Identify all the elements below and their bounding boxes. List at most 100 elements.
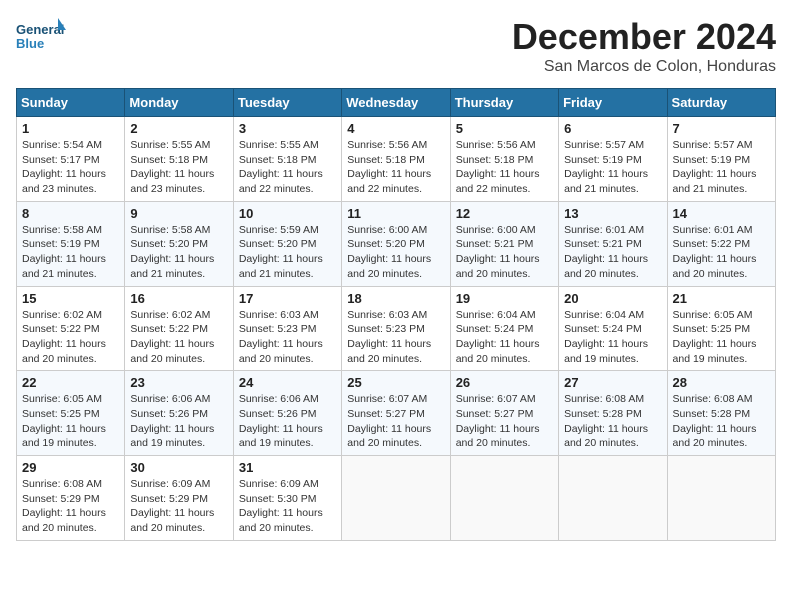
day-info: Sunrise: 5:59 AM Sunset: 5:20 PM Dayligh… bbox=[239, 223, 336, 282]
day-info: Sunrise: 6:03 AM Sunset: 5:23 PM Dayligh… bbox=[347, 308, 444, 367]
calendar-cell: 23 Sunrise: 6:06 AM Sunset: 5:26 PM Dayl… bbox=[125, 371, 233, 456]
calendar-cell: 25 Sunrise: 6:07 AM Sunset: 5:27 PM Dayl… bbox=[342, 371, 450, 456]
calendar-cell: 27 Sunrise: 6:08 AM Sunset: 5:28 PM Dayl… bbox=[559, 371, 667, 456]
day-info: Sunrise: 6:06 AM Sunset: 5:26 PM Dayligh… bbox=[239, 392, 336, 451]
calendar-body: 1 Sunrise: 5:54 AM Sunset: 5:17 PM Dayli… bbox=[17, 117, 776, 541]
calendar-week-row: 1 Sunrise: 5:54 AM Sunset: 5:17 PM Dayli… bbox=[17, 117, 776, 202]
day-number: 10 bbox=[239, 206, 336, 221]
calendar-cell: 14 Sunrise: 6:01 AM Sunset: 5:22 PM Dayl… bbox=[667, 201, 775, 286]
day-info: Sunrise: 6:00 AM Sunset: 5:21 PM Dayligh… bbox=[456, 223, 553, 282]
calendar-cell: 11 Sunrise: 6:00 AM Sunset: 5:20 PM Dayl… bbox=[342, 201, 450, 286]
header-wednesday: Wednesday bbox=[342, 89, 450, 117]
day-number: 23 bbox=[130, 375, 227, 390]
day-info: Sunrise: 5:54 AM Sunset: 5:17 PM Dayligh… bbox=[22, 138, 119, 197]
day-number: 27 bbox=[564, 375, 661, 390]
day-number: 9 bbox=[130, 206, 227, 221]
svg-text:Blue: Blue bbox=[16, 36, 44, 51]
day-info: Sunrise: 5:57 AM Sunset: 5:19 PM Dayligh… bbox=[673, 138, 770, 197]
header-sunday: Sunday bbox=[17, 89, 125, 117]
calendar-cell: 28 Sunrise: 6:08 AM Sunset: 5:28 PM Dayl… bbox=[667, 371, 775, 456]
calendar-week-row: 29 Sunrise: 6:08 AM Sunset: 5:29 PM Dayl… bbox=[17, 456, 776, 541]
logo-svg: General Blue bbox=[16, 16, 66, 56]
day-number: 18 bbox=[347, 291, 444, 306]
day-number: 20 bbox=[564, 291, 661, 306]
day-info: Sunrise: 6:04 AM Sunset: 5:24 PM Dayligh… bbox=[564, 308, 661, 367]
day-info: Sunrise: 6:05 AM Sunset: 5:25 PM Dayligh… bbox=[22, 392, 119, 451]
calendar-cell: 3 Sunrise: 5:55 AM Sunset: 5:18 PM Dayli… bbox=[233, 117, 341, 202]
day-number: 6 bbox=[564, 121, 661, 136]
header-friday: Friday bbox=[559, 89, 667, 117]
day-number: 2 bbox=[130, 121, 227, 136]
calendar-cell: 19 Sunrise: 6:04 AM Sunset: 5:24 PM Dayl… bbox=[450, 286, 558, 371]
day-number: 1 bbox=[22, 121, 119, 136]
day-info: Sunrise: 6:03 AM Sunset: 5:23 PM Dayligh… bbox=[239, 308, 336, 367]
calendar-cell bbox=[667, 456, 775, 541]
day-info: Sunrise: 6:02 AM Sunset: 5:22 PM Dayligh… bbox=[22, 308, 119, 367]
day-number: 3 bbox=[239, 121, 336, 136]
day-number: 8 bbox=[22, 206, 119, 221]
day-info: Sunrise: 6:01 AM Sunset: 5:21 PM Dayligh… bbox=[564, 223, 661, 282]
calendar-cell: 2 Sunrise: 5:55 AM Sunset: 5:18 PM Dayli… bbox=[125, 117, 233, 202]
calendar-cell: 5 Sunrise: 5:56 AM Sunset: 5:18 PM Dayli… bbox=[450, 117, 558, 202]
day-info: Sunrise: 6:08 AM Sunset: 5:28 PM Dayligh… bbox=[673, 392, 770, 451]
weekday-header-row: Sunday Monday Tuesday Wednesday Thursday… bbox=[17, 89, 776, 117]
day-number: 7 bbox=[673, 121, 770, 136]
header: General Blue December 2024 San Marcos de… bbox=[16, 16, 776, 76]
day-number: 22 bbox=[22, 375, 119, 390]
day-info: Sunrise: 5:58 AM Sunset: 5:20 PM Dayligh… bbox=[130, 223, 227, 282]
day-info: Sunrise: 5:57 AM Sunset: 5:19 PM Dayligh… bbox=[564, 138, 661, 197]
day-info: Sunrise: 6:09 AM Sunset: 5:30 PM Dayligh… bbox=[239, 477, 336, 536]
day-number: 24 bbox=[239, 375, 336, 390]
day-number: 29 bbox=[22, 460, 119, 475]
day-number: 26 bbox=[456, 375, 553, 390]
day-number: 31 bbox=[239, 460, 336, 475]
calendar-table: Sunday Monday Tuesday Wednesday Thursday… bbox=[16, 88, 776, 541]
calendar-cell: 22 Sunrise: 6:05 AM Sunset: 5:25 PM Dayl… bbox=[17, 371, 125, 456]
calendar-cell: 31 Sunrise: 6:09 AM Sunset: 5:30 PM Dayl… bbox=[233, 456, 341, 541]
calendar-cell: 17 Sunrise: 6:03 AM Sunset: 5:23 PM Dayl… bbox=[233, 286, 341, 371]
calendar-cell: 13 Sunrise: 6:01 AM Sunset: 5:21 PM Dayl… bbox=[559, 201, 667, 286]
day-number: 30 bbox=[130, 460, 227, 475]
day-number: 15 bbox=[22, 291, 119, 306]
day-number: 11 bbox=[347, 206, 444, 221]
day-info: Sunrise: 6:01 AM Sunset: 5:22 PM Dayligh… bbox=[673, 223, 770, 282]
calendar-week-row: 15 Sunrise: 6:02 AM Sunset: 5:22 PM Dayl… bbox=[17, 286, 776, 371]
calendar-cell: 8 Sunrise: 5:58 AM Sunset: 5:19 PM Dayli… bbox=[17, 201, 125, 286]
day-number: 28 bbox=[673, 375, 770, 390]
calendar-cell: 15 Sunrise: 6:02 AM Sunset: 5:22 PM Dayl… bbox=[17, 286, 125, 371]
day-number: 17 bbox=[239, 291, 336, 306]
day-info: Sunrise: 6:07 AM Sunset: 5:27 PM Dayligh… bbox=[347, 392, 444, 451]
calendar-cell: 1 Sunrise: 5:54 AM Sunset: 5:17 PM Dayli… bbox=[17, 117, 125, 202]
day-info: Sunrise: 6:04 AM Sunset: 5:24 PM Dayligh… bbox=[456, 308, 553, 367]
day-number: 14 bbox=[673, 206, 770, 221]
day-info: Sunrise: 6:06 AM Sunset: 5:26 PM Dayligh… bbox=[130, 392, 227, 451]
calendar-cell: 4 Sunrise: 5:56 AM Sunset: 5:18 PM Dayli… bbox=[342, 117, 450, 202]
calendar-cell: 12 Sunrise: 6:00 AM Sunset: 5:21 PM Dayl… bbox=[450, 201, 558, 286]
calendar-cell bbox=[450, 456, 558, 541]
calendar-cell: 16 Sunrise: 6:02 AM Sunset: 5:22 PM Dayl… bbox=[125, 286, 233, 371]
day-number: 12 bbox=[456, 206, 553, 221]
day-number: 13 bbox=[564, 206, 661, 221]
day-number: 25 bbox=[347, 375, 444, 390]
calendar-week-row: 8 Sunrise: 5:58 AM Sunset: 5:19 PM Dayli… bbox=[17, 201, 776, 286]
day-info: Sunrise: 5:58 AM Sunset: 5:19 PM Dayligh… bbox=[22, 223, 119, 282]
header-thursday: Thursday bbox=[450, 89, 558, 117]
calendar-cell: 7 Sunrise: 5:57 AM Sunset: 5:19 PM Dayli… bbox=[667, 117, 775, 202]
calendar-week-row: 22 Sunrise: 6:05 AM Sunset: 5:25 PM Dayl… bbox=[17, 371, 776, 456]
calendar-cell: 30 Sunrise: 6:09 AM Sunset: 5:29 PM Dayl… bbox=[125, 456, 233, 541]
day-number: 21 bbox=[673, 291, 770, 306]
day-info: Sunrise: 6:08 AM Sunset: 5:28 PM Dayligh… bbox=[564, 392, 661, 451]
calendar-cell: 9 Sunrise: 5:58 AM Sunset: 5:20 PM Dayli… bbox=[125, 201, 233, 286]
day-info: Sunrise: 5:55 AM Sunset: 5:18 PM Dayligh… bbox=[239, 138, 336, 197]
calendar-subtitle: San Marcos de Colon, Honduras bbox=[512, 58, 776, 76]
header-saturday: Saturday bbox=[667, 89, 775, 117]
day-number: 4 bbox=[347, 121, 444, 136]
calendar-cell: 10 Sunrise: 5:59 AM Sunset: 5:20 PM Dayl… bbox=[233, 201, 341, 286]
calendar-cell: 24 Sunrise: 6:06 AM Sunset: 5:26 PM Dayl… bbox=[233, 371, 341, 456]
svg-text:General: General bbox=[16, 22, 64, 37]
logo: General Blue bbox=[16, 16, 66, 56]
day-number: 16 bbox=[130, 291, 227, 306]
calendar-cell: 21 Sunrise: 6:05 AM Sunset: 5:25 PM Dayl… bbox=[667, 286, 775, 371]
header-tuesday: Tuesday bbox=[233, 89, 341, 117]
day-info: Sunrise: 5:56 AM Sunset: 5:18 PM Dayligh… bbox=[456, 138, 553, 197]
